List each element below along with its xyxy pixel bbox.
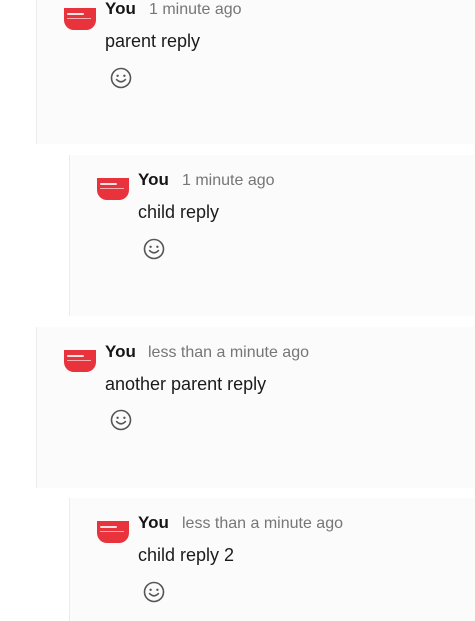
smiley-icon — [110, 409, 132, 431]
add-reaction-button[interactable] — [143, 238, 165, 260]
smiley-icon — [110, 67, 132, 89]
comment-author[interactable]: You — [105, 342, 136, 362]
comment-timestamp: less than a minute ago — [148, 344, 309, 361]
comment-card: You less than a minute ago another paren… — [36, 327, 475, 488]
add-reaction-button[interactable] — [110, 67, 132, 89]
add-reaction-button[interactable] — [143, 581, 165, 603]
comment-author[interactable]: You — [138, 513, 169, 533]
comment-timestamp: less than a minute ago — [182, 515, 343, 532]
comment-card: You less than a minute ago child reply 2 — [69, 498, 475, 621]
comment-body: child reply — [138, 202, 220, 222]
comment-timestamp: 1 minute ago — [149, 1, 242, 18]
comment-card: You 1 minute ago parent reply — [36, 0, 475, 144]
smiley-icon — [143, 581, 165, 603]
comment-author[interactable]: You — [138, 170, 169, 190]
avatar[interactable] — [97, 178, 129, 200]
comment-body: another parent reply — [105, 374, 267, 394]
add-reaction-button[interactable] — [110, 409, 132, 431]
avatar[interactable] — [64, 350, 96, 372]
avatar[interactable] — [64, 8, 96, 30]
avatar[interactable] — [97, 521, 129, 543]
comment-thread: You 1 minute ago parent reply You 1 minu… — [0, 0, 475, 621]
comment-card: You 1 minute ago child reply — [69, 155, 475, 316]
comment-author[interactable]: You — [105, 0, 136, 19]
smiley-icon — [143, 238, 165, 260]
comment-body: parent reply — [105, 31, 201, 51]
comment-body: child reply 2 — [138, 545, 235, 565]
comment-timestamp: 1 minute ago — [182, 172, 275, 189]
